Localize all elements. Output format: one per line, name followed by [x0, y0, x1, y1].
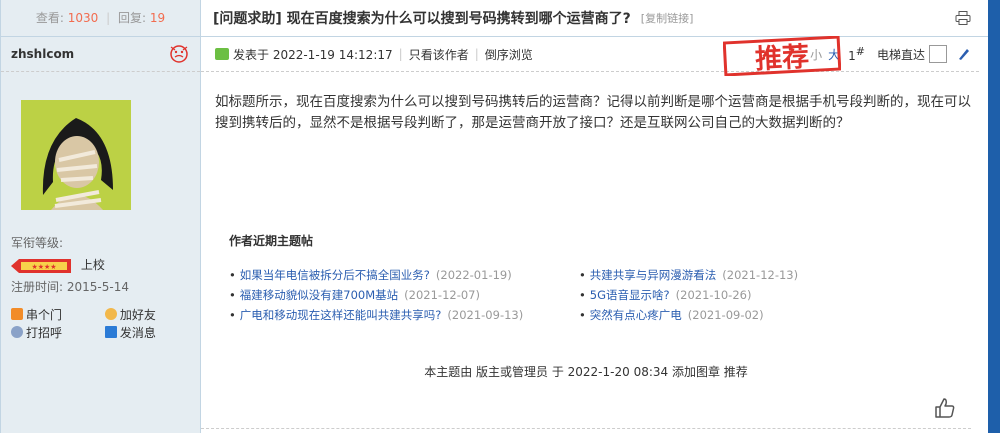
- recent-thread-item[interactable]: • 5G语音显示啥? (2021-10-26): [579, 287, 959, 304]
- post-main: [问题求助] 现在百度搜索为什么可以搜到号码携转到哪个运营商了? [复制链接] …: [201, 0, 989, 433]
- jump-input[interactable]: [929, 45, 947, 63]
- recent-thread-item[interactable]: • 共建共享与异网漫游看法 (2021-12-13): [579, 267, 959, 284]
- only-author-link[interactable]: 只看该作者: [409, 46, 469, 63]
- rank-badge-icon: ★★★★: [11, 258, 71, 273]
- floor-number: 1#: [848, 45, 865, 63]
- view-count: 1030: [67, 11, 99, 25]
- right-edge-bar: [988, 0, 1000, 433]
- author-info: 军衔等级: ★★★★ 上校 注册时间: 2015-5-14: [11, 232, 129, 298]
- send-message-button[interactable]: 发消息: [104, 323, 183, 341]
- jump-go-icon[interactable]: [957, 47, 971, 61]
- post-divider: [201, 428, 971, 429]
- jump-label: 电梯直达: [876, 47, 925, 62]
- mail-icon: [104, 326, 117, 338]
- rank-row: ★★★★ 上校: [11, 254, 129, 276]
- post-online-icon: [215, 48, 229, 60]
- recent-threads-list: • 如果当年电信被拆分后不搞全国业务? (2022-01-19) • 共建共享与异网漫…: [229, 267, 969, 324]
- print-icon[interactable]: [955, 11, 971, 25]
- home-icon: [11, 308, 23, 320]
- add-friend-icon: [104, 308, 117, 320]
- add-friend-button[interactable]: 加好友: [104, 305, 183, 323]
- author-row: zhshlcom: [1, 37, 200, 72]
- recommend-stamp: 推荐: [723, 36, 841, 76]
- reply-count: 19: [149, 11, 166, 25]
- rank-label: 军衔等级:: [11, 236, 64, 250]
- author-username[interactable]: zhshlcom: [11, 47, 74, 61]
- greet-icon: [11, 326, 23, 338]
- thread-title: [问题求助] 现在百度搜索为什么可以搜到号码携转到哪个运营商了?: [213, 11, 631, 27]
- author-sidebar: 查看: 1030 | 回复: 19 zhshlcom 军衔等级: ★★★★ 上校…: [1, 0, 201, 433]
- post-meta-bar: 发表于 2022-1-19 14:12:17 | 只看该作者 | 倒序浏览 小 …: [201, 37, 979, 72]
- stamp-text: 推荐: [754, 42, 810, 76]
- thread-stats: 查看: 1030 | 回复: 19: [1, 0, 200, 37]
- recent-threads-title: 作者近期主题帖: [229, 234, 314, 248]
- recent-thread-item[interactable]: • 突然有点心疼广电 (2021-09-02): [579, 307, 959, 324]
- post-body: 如标题所示，现在百度搜索为什么可以搜到号码携转后的运营商？记得以前判断是哪个运营…: [215, 94, 971, 131]
- register-date: 2015-5-14: [66, 280, 129, 294]
- recent-thread-item[interactable]: • 广电和移动现在这样还能叫共建共享吗? (2021-09-13): [229, 307, 579, 324]
- register-row: 注册时间: 2015-5-14: [11, 280, 129, 294]
- post-time: 发表于 2022-1-19 14:12:17: [233, 47, 393, 62]
- recent-thread-item[interactable]: • 如果当年电信被拆分后不搞全国业务? (2022-01-19): [229, 267, 579, 284]
- author-actions: 串个门 加好友 打招呼 发消息: [11, 305, 191, 341]
- rank-name: 上校: [80, 258, 105, 272]
- thumbs-up-icon[interactable]: [933, 396, 957, 420]
- svg-text:★★★★: ★★★★: [31, 263, 56, 271]
- moderator-note: 本主题由 版主或管理员 于 2022-1-20 08:34 添加图章 推荐: [424, 365, 748, 379]
- page-frame: 查看: 1030 | 回复: 19 zhshlcom 军衔等级: ★★★★ 上校…: [0, 0, 989, 433]
- author-avatar[interactable]: [21, 100, 131, 210]
- recent-threads: 作者近期主题帖 • 如果当年电信被拆分后不搞全国业务? (2022-01-19) •…: [229, 232, 969, 324]
- greet-button[interactable]: 打招呼: [11, 323, 89, 341]
- recent-thread-item[interactable]: • 福建移动貌似没有建700M基站 (2021-12-07): [229, 287, 579, 304]
- offline-status-icon: [170, 45, 188, 63]
- reverse-order-link[interactable]: 倒序浏览: [485, 46, 533, 63]
- visit-button[interactable]: 串个门: [11, 305, 89, 323]
- thread-title-bar: [问题求助] 现在百度搜索为什么可以搜到号码携转到哪个运营商了? [复制链接]: [201, 0, 989, 37]
- copy-link-button[interactable]: [复制链接]: [641, 10, 694, 26]
